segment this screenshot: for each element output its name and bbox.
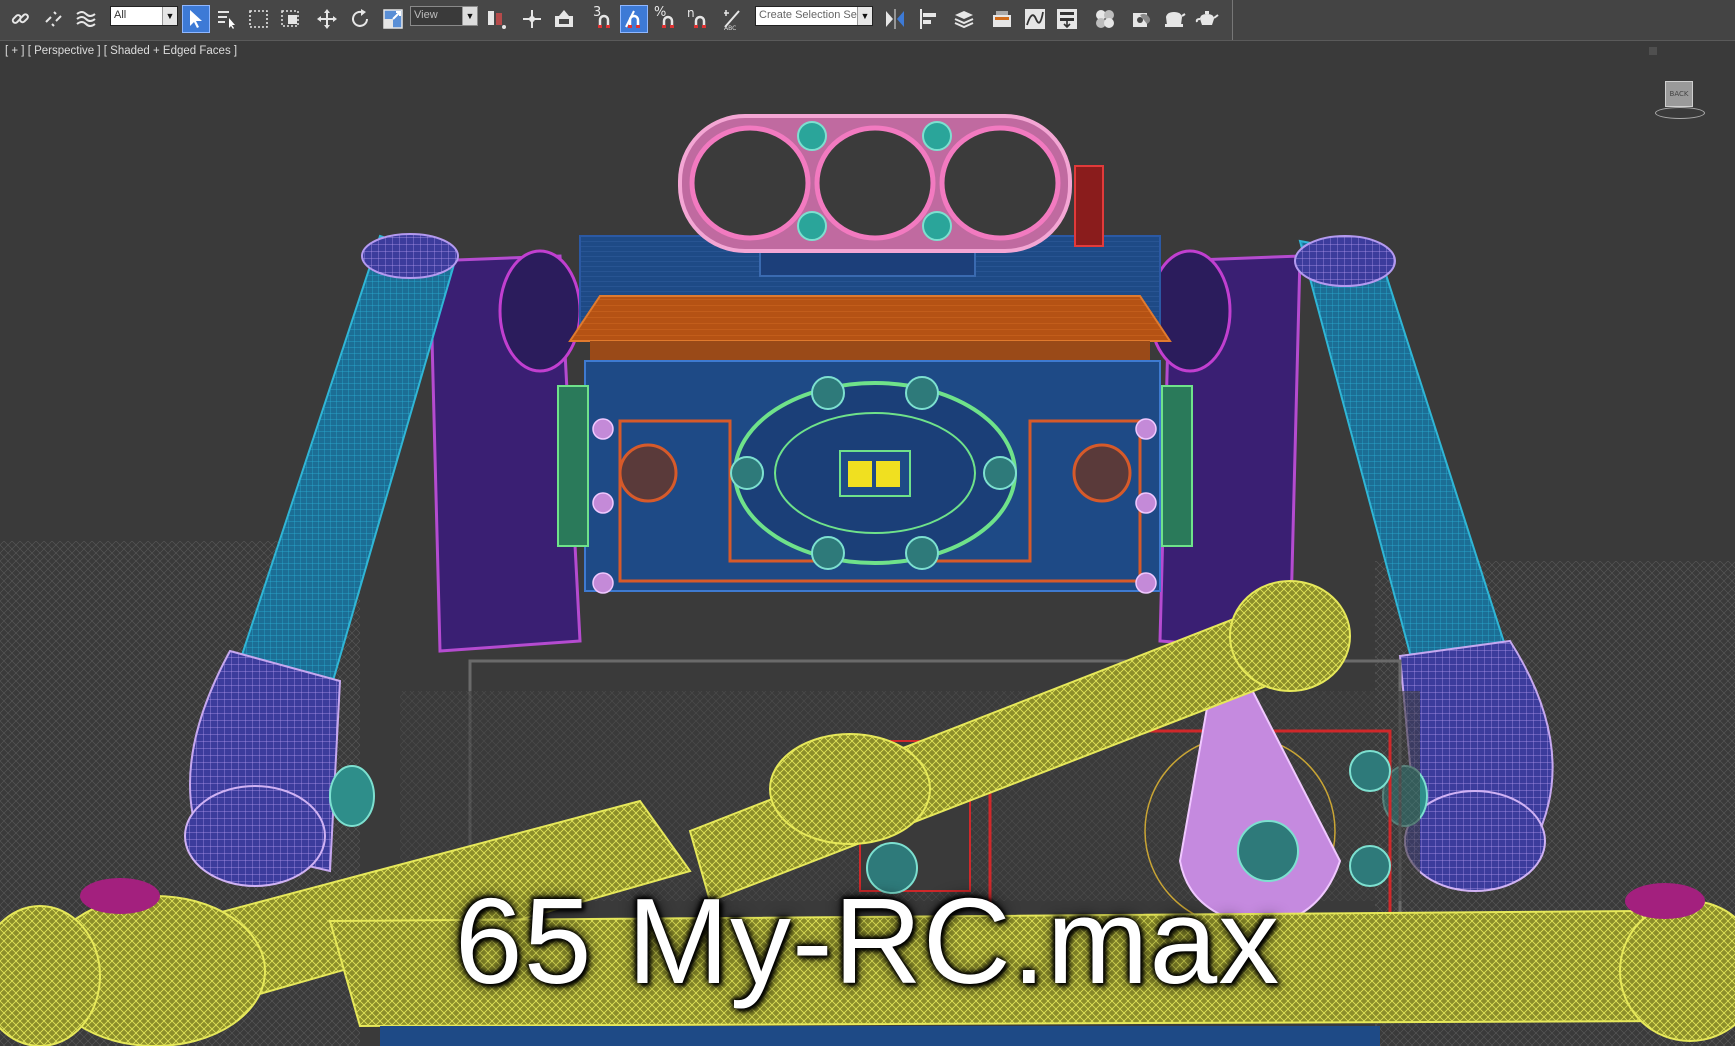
viewcube-face-back[interactable]: BACK: [1665, 81, 1693, 107]
viewcube-compass-ring[interactable]: [1655, 107, 1705, 119]
teapot-icon[interactable]: [1193, 5, 1221, 33]
perspective-viewport[interactable]: [ + ] [ Perspective ] [ Shaded + Edged F…: [0, 41, 1735, 1046]
viewcube[interactable]: BACK: [1655, 81, 1705, 121]
viewport-label: [ + ] [ Perspective ] [ Shaded + Edged F…: [5, 45, 237, 57]
align-icon[interactable]: [914, 5, 942, 33]
manipulate-icon[interactable]: [518, 5, 546, 33]
selection-filter-dropdown[interactable]: All ▼: [110, 6, 178, 26]
window-crossing-icon[interactable]: [277, 5, 305, 33]
toolbar-strip: All ▼ View ▼ 3 % n ABC Create Selection …: [0, 0, 1233, 40]
viewport-point-of-view-menu[interactable]: [ Perspective ]: [28, 45, 101, 57]
override-icon[interactable]: [550, 5, 578, 33]
curve-editor-icon[interactable]: [1021, 5, 1049, 33]
viewport-general-menu[interactable]: [ + ]: [5, 45, 25, 57]
edit-named-selection-icon[interactable]: ABC: [718, 5, 746, 33]
material-editor-icon[interactable]: [1091, 5, 1119, 33]
link-icon[interactable]: [7, 5, 35, 33]
viewcube-home-icon[interactable]: [1649, 47, 1657, 55]
unlink-icon[interactable]: [40, 5, 68, 33]
snap-3d-icon[interactable]: 3: [590, 5, 618, 33]
space-warp-icon[interactable]: [72, 5, 100, 33]
rotate-icon[interactable]: [346, 5, 374, 33]
mirror-icon[interactable]: [881, 5, 909, 33]
angle-snap-icon[interactable]: [620, 5, 648, 33]
file-title-overlay: 65 My-RC.max: [454, 873, 1281, 1009]
scale-icon[interactable]: [379, 5, 407, 33]
named-selection-dropdown[interactable]: Create Selection Se ▼: [755, 6, 873, 26]
rect-region-icon[interactable]: [245, 5, 273, 33]
main-toolbar: All ▼ View ▼ 3 % n ABC Create Selection …: [0, 0, 1735, 41]
render-setup-icon[interactable]: [1128, 5, 1156, 33]
schematic-icon[interactable]: [1053, 5, 1081, 33]
move-icon[interactable]: [313, 5, 341, 33]
spinner-snap-icon[interactable]: n: [684, 5, 712, 33]
frame-window-icon[interactable]: [1160, 5, 1188, 33]
ribbon-icon[interactable]: [988, 5, 1016, 33]
select-cursor-icon[interactable]: [182, 5, 210, 33]
layers-icon[interactable]: [950, 5, 978, 33]
select-by-name-icon[interactable]: [213, 5, 241, 33]
pivot-icon[interactable]: [482, 5, 510, 33]
svg-text:ABC: ABC: [724, 25, 736, 31]
viewport-shading-menu[interactable]: [ Shaded + Edged Faces ]: [104, 45, 237, 57]
percent-snap-icon[interactable]: %: [652, 5, 680, 33]
reference-coordinate-dropdown[interactable]: View ▼: [410, 6, 478, 26]
